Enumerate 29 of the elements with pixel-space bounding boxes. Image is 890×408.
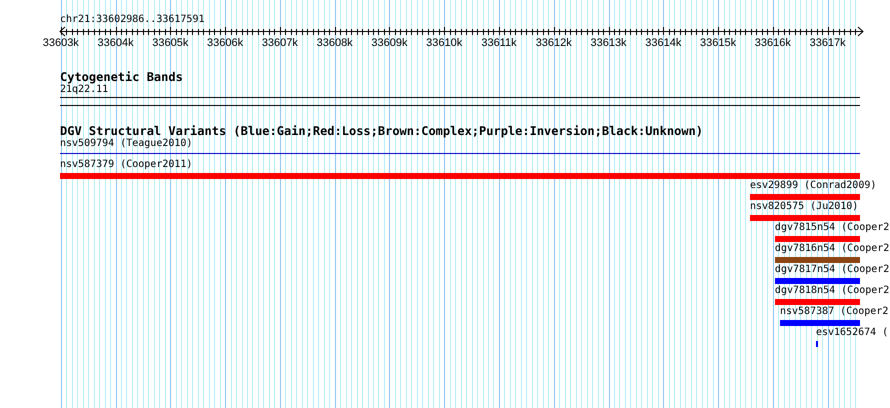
feature-label: nsv509794 (Teague2010) [60,138,192,150]
feature-label: dgv7817n54 (Cooper2 [774,264,890,276]
feature-label: nsv587387 (Cooper2 [780,306,888,318]
tick-label: 33616k [754,37,791,50]
tick-label: 33617k [810,37,846,50]
tick-label: 33605k [152,37,188,50]
feature-label: nsv820575 (Ju2010) [750,201,858,213]
feature-label: dgv7818n54 (Cooper2 [774,285,890,297]
tick-label: 33607k [262,37,298,50]
tick-label: 33606k [207,37,244,50]
feature-label: 21q22.11 [60,84,108,96]
tick-label: 33610k [426,37,462,50]
tick-label: 33612k [536,37,572,50]
feature-label: dgv7816n54 (Cooper2 [774,243,890,255]
feature-label: nsv587379 (Cooper2011) [60,159,192,171]
tick-label: 33613k [590,37,627,50]
tick-label: 33611k [481,37,517,50]
tick-label: 33604k [97,37,134,50]
region-label: chr21:33602986..33617591 [60,14,204,26]
feature-label: esv1652674 ( [816,327,888,339]
tick-label: 33603k [42,37,79,50]
track-title: Cytogenetic Bands [60,71,183,84]
tick-label: 33609k [371,37,408,50]
feature-label: dgv7815n54 (Cooper2 [774,222,890,234]
tick-label: 33614k [645,37,682,50]
tick-label: 33615k [700,37,736,50]
feature-label: esv29899 (Conrad2009) [750,180,876,192]
track-title: DGV Structural Variants (Blue:Gain;Red:Loss;Brown:Complex;Purple:Inversion;Black:Unknown) [60,125,703,138]
tick-label: 33608k [316,37,353,50]
